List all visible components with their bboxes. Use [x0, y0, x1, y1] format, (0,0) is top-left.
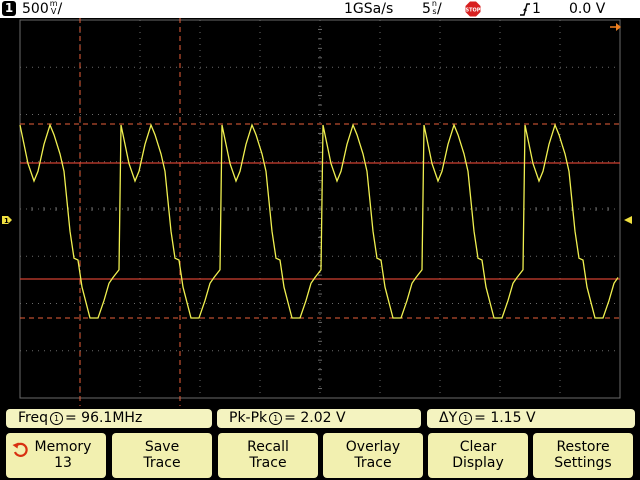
status-bar: 1 500 m V/ 1GSa/s 5 n s / STOP 1 0.0 V [0, 0, 640, 18]
channel-1-waveform [19, 123, 619, 319]
save-trace-softkey[interactable]: Save Trace [112, 433, 212, 478]
volts-per-div-unit: mV [49, 0, 58, 16]
peak-to-peak-label: Pk-Pk [229, 410, 268, 426]
peak-to-peak-measurement[interactable]: Pk-Pk 1 = 2.02 V [217, 409, 421, 428]
delta-y-measurement[interactable]: ΔY 1 = 1.15 V [427, 409, 635, 428]
stop-label: STOP [466, 8, 481, 14]
channel-1-badge[interactable]: 1 [2, 1, 16, 16]
trigger-source: 1 [532, 1, 541, 17]
channel-1-trace [19, 123, 619, 319]
delta-y-value: = 1.15 V [474, 410, 536, 426]
memory-softkey-value: 13 [54, 455, 72, 471]
frequency-label: Freq [18, 410, 48, 426]
softkey-bar: Memory 13 Save Trace Recall Trace Overla… [0, 430, 640, 480]
timebase[interactable]: 5 n s / [422, 0, 442, 18]
trigger-level-arrow-icon[interactable] [624, 216, 632, 224]
graticule [19, 19, 621, 399]
channel-1-circle-icon: 1 [49, 411, 63, 425]
stop-icon[interactable]: STOP [465, 1, 481, 17]
volts-per-div-slash: / [57, 1, 63, 17]
undo-icon [12, 442, 28, 457]
trigger-position-arrow-icon[interactable] [610, 23, 621, 31]
channel-1-circle-icon: 1 [269, 411, 283, 425]
channel-1-circle-icon: 1 [459, 411, 473, 425]
frequency-value: = 96.1MHz [64, 410, 143, 426]
trigger-level[interactable]: 0.0 V [569, 0, 605, 18]
peak-to-peak-value: = 2.02 V [284, 410, 346, 426]
sample-rate: 1GSa/s [344, 1, 394, 17]
timebase-value: 5 [422, 1, 431, 17]
timebase-slash: / [437, 1, 442, 17]
delta-y-label: ΔY [439, 410, 458, 426]
channel-1-ground-marker[interactable]: 1 [2, 216, 12, 225]
memory-softkey[interactable]: Memory 13 [6, 433, 106, 478]
waveform-display[interactable]: 1 [0, 18, 640, 406]
channel-1-ground-marker-label: 1 [4, 217, 9, 225]
rising-edge-trigger-icon[interactable] [519, 1, 531, 17]
measurement-bar: Freq 1 = 96.1MHz Pk-Pk 1 = 2.02 V ΔY 1 = 1.15 … [0, 406, 640, 430]
frequency-measurement[interactable]: Freq 1 = 96.1MHz [6, 409, 212, 428]
overlay-trace-softkey[interactable]: Overlay Trace [323, 433, 423, 478]
volts-per-div[interactable]: 500 m V / [22, 0, 62, 18]
volts-per-div-value: 500 [22, 1, 49, 17]
clear-display-softkey[interactable]: Clear Display [428, 433, 528, 478]
restore-settings-softkey[interactable]: Restore Settings [533, 433, 633, 478]
recall-trace-softkey[interactable]: Recall Trace [218, 433, 318, 478]
